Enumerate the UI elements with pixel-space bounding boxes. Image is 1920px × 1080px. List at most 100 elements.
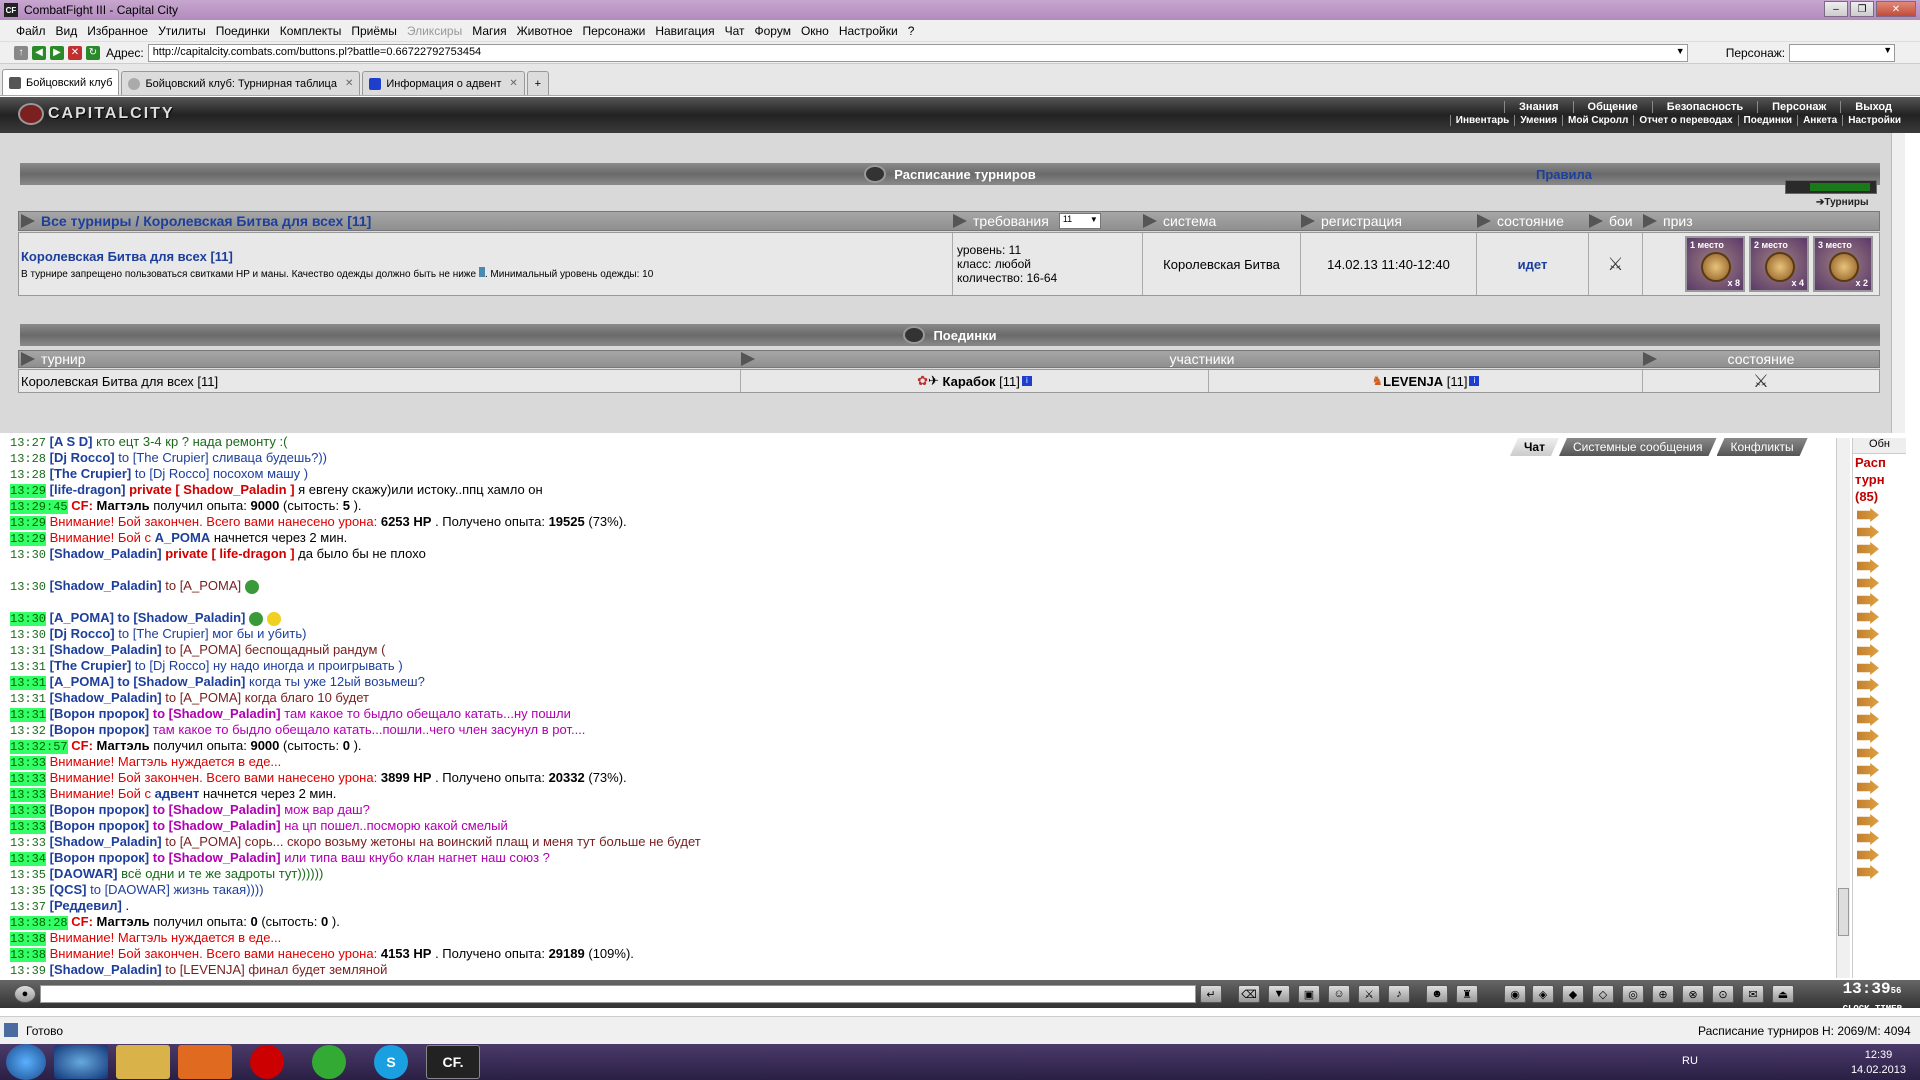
chat-time[interactable]: 13:38:28 <box>10 916 68 930</box>
minimize-button[interactable]: – <box>1824 1 1848 17</box>
action-4-button[interactable]: ◇ <box>1592 985 1614 1003</box>
chat-recipient[interactable]: to [A_POMA] <box>165 642 241 657</box>
tournament-arrow-icon[interactable] <box>1857 508 1879 522</box>
chat-input[interactable] <box>40 985 1196 1003</box>
chat-nick[interactable]: [A_POMA] <box>50 674 114 689</box>
tournament-arrow-icon[interactable] <box>1857 661 1879 675</box>
people-button[interactable]: ☺ <box>1328 985 1350 1003</box>
top-menu-communication[interactable]: Общение <box>1572 101 1652 113</box>
chat-nick[interactable]: [QCS] <box>50 882 87 897</box>
chat-recipient[interactable]: to [Shadow_Paladin] <box>118 610 246 625</box>
opera-taskbar-icon[interactable] <box>250 1045 284 1079</box>
menu-forum[interactable]: Форум <box>755 24 791 38</box>
chat-time[interactable]: 13:31 <box>10 692 46 706</box>
chat-time[interactable]: 13:33 <box>10 772 47 786</box>
chat-recipient[interactable]: to [A_POMA] <box>165 834 241 849</box>
smiles-button[interactable]: ☻ <box>1426 985 1448 1003</box>
save-chat-button[interactable]: ▣ <box>1298 985 1320 1003</box>
tournament-arrow-icon[interactable] <box>1857 780 1879 794</box>
chat-nick[interactable]: [life-dragon] <box>50 482 126 497</box>
chat-time[interactable]: 13:33 <box>10 804 47 818</box>
refresh-button[interactable]: Обн <box>1853 438 1906 454</box>
chat-recipient[interactable]: to [LEVENJA] <box>165 962 244 977</box>
player1-name[interactable]: Карабок <box>943 374 996 389</box>
chat-recipient[interactable]: to [Shadow_Paladin] <box>153 818 281 833</box>
prize-2nd[interactable]: 2 место x 4 <box>1749 236 1809 292</box>
level-select[interactable]: 11 <box>1058 213 1101 229</box>
tournament-arrow-icon[interactable] <box>1857 848 1879 862</box>
chat-menu-button[interactable]: ● <box>14 985 36 1003</box>
chat-recipient[interactable]: to [A_POMA] <box>165 690 241 705</box>
sub-menu-transfers[interactable]: Отчет о переводах <box>1633 115 1737 126</box>
chat-time[interactable]: 13:39 <box>10 964 46 978</box>
menu-techniques[interactable]: Приёмы <box>351 24 397 38</box>
player1-info-icon[interactable]: i <box>1021 376 1032 386</box>
chat-nick[interactable]: [Shadow_Paladin] <box>50 578 162 593</box>
chat-nick[interactable]: [Ворон пророк] <box>50 850 149 865</box>
tournament-arrow-icon[interactable] <box>1857 746 1879 760</box>
tournament-arrow-icon[interactable] <box>1857 559 1879 573</box>
sound-button[interactable]: ♪ <box>1388 985 1410 1003</box>
sub-menu-inventory[interactable]: Инвентарь <box>1449 115 1515 126</box>
chat-time[interactable]: 13:33 <box>10 756 47 770</box>
tray-clock[interactable]: 12:39 14.02.2013 <box>1851 1048 1906 1078</box>
player2-info-icon[interactable]: i <box>1469 376 1480 386</box>
chat-time[interactable]: 13:30 <box>10 580 46 594</box>
tab-close-icon[interactable]: ✕ <box>345 78 353 89</box>
chat-time[interactable]: 13:32:57 <box>10 740 68 754</box>
menu-navigation[interactable]: Навигация <box>655 24 714 38</box>
chat-recipient[interactable]: to [The Crupier] <box>118 450 208 465</box>
sub-menu-skills[interactable]: Умения <box>1514 115 1562 126</box>
tournament-arrow-icon[interactable] <box>1857 814 1879 828</box>
chat-recipient[interactable]: to [DAOWAR] <box>90 882 170 897</box>
menu-window[interactable]: Окно <box>801 24 829 38</box>
url-input[interactable]: http://capitalcity.combats.com/buttons.p… <box>147 43 1688 62</box>
send-button[interactable]: ↵ <box>1200 985 1222 1003</box>
close-button[interactable]: ✕ <box>1876 1 1916 17</box>
chat-time[interactable]: 13:38 <box>10 948 47 962</box>
chat-time[interactable]: 13:29 <box>10 516 47 530</box>
state-value[interactable]: идет <box>1518 257 1548 272</box>
chat-time[interactable]: 13:29:45 <box>10 500 68 514</box>
explorer-taskbar-icon[interactable] <box>116 1045 170 1079</box>
sub-menu-duels[interactable]: Поединки <box>1737 115 1798 126</box>
tab-conflicts[interactable]: Конфликты <box>1717 438 1808 456</box>
sub-menu-scroll[interactable]: Мой Скролл <box>1562 115 1633 126</box>
tournament-arrow-icon[interactable] <box>1857 678 1879 692</box>
menu-favorites[interactable]: Избранное <box>87 24 148 38</box>
sub-menu-settings[interactable]: Настройки <box>1842 115 1906 126</box>
chat-time[interactable]: 13:28 <box>10 452 46 466</box>
tab-fight-club[interactable]: Бойцовский клуб <box>2 69 120 95</box>
tournament-arrow-icon[interactable] <box>1857 695 1879 709</box>
chat-time[interactable]: 13:29 <box>10 532 47 546</box>
chat-nick[interactable]: [A S D] <box>50 434 93 449</box>
tab-tournament-table[interactable]: Бойцовский клуб: Турнирная таблица ✕ <box>121 71 361 95</box>
chat-time[interactable]: 13:33 <box>10 788 47 802</box>
chat-scrollbar[interactable] <box>1836 438 1850 978</box>
chat-recipient[interactable]: to [A_POMA] <box>165 578 241 593</box>
menu-chat[interactable]: Чат <box>725 24 745 38</box>
icq-taskbar-icon[interactable] <box>312 1045 346 1079</box>
url-dropdown-icon[interactable]: ▼ <box>1676 46 1685 56</box>
clear-button[interactable]: ⌫ <box>1238 985 1260 1003</box>
media-taskbar-icon[interactable] <box>178 1045 232 1079</box>
tournament-arrow-icon[interactable] <box>1857 525 1879 539</box>
chat-time[interactable]: 13:35 <box>10 868 46 882</box>
new-tab-button[interactable]: + <box>526 71 549 95</box>
tournament-arrow-icon[interactable] <box>1857 593 1879 607</box>
chat-recipient[interactable]: to [Dj Rocco] <box>135 658 209 673</box>
chat-time[interactable]: 13:30 <box>10 612 47 626</box>
chat-time[interactable]: 13:35 <box>10 884 46 898</box>
chat-nick[interactable]: [Shadow_Paladin] <box>50 834 162 849</box>
chat-time[interactable]: 13:31 <box>10 676 47 690</box>
chat-nick[interactable]: [The Crupier] <box>50 466 132 481</box>
tournament-arrow-icon[interactable] <box>1857 542 1879 556</box>
chat-time[interactable]: 13:38 <box>10 932 47 946</box>
chat-time[interactable]: 13:32 <box>10 724 46 738</box>
chat-nick[interactable]: [Ворон пророк] <box>50 722 149 737</box>
chat-time[interactable]: 13:37 <box>10 900 46 914</box>
crossed-swords-icon[interactable]: ⚔ <box>1753 371 1769 392</box>
chat-nick[interactable]: [Ворон пророк] <box>50 818 149 833</box>
action-8-button[interactable]: ⊙ <box>1712 985 1734 1003</box>
sub-menu-profile[interactable]: Анкета <box>1797 115 1842 126</box>
